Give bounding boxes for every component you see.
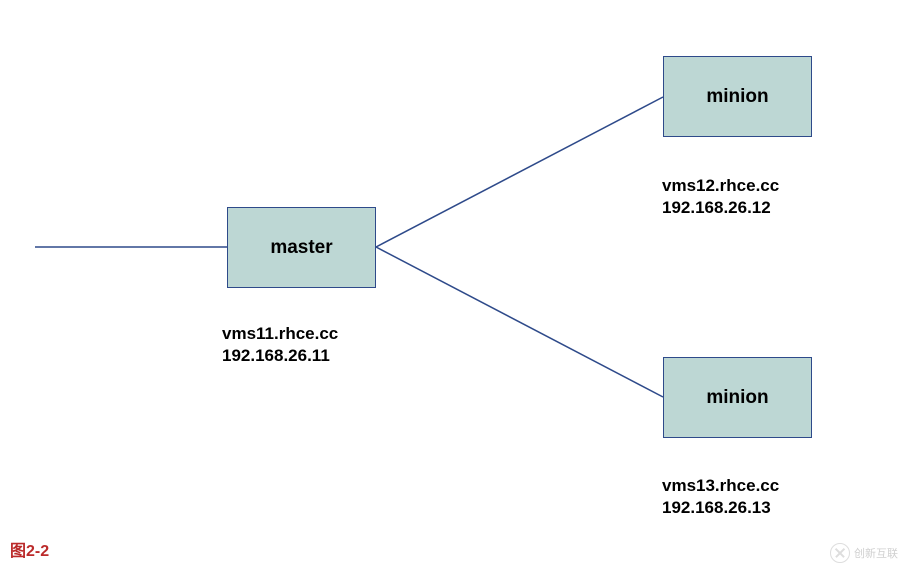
minion1-node-info: vms12.rhce.cc 192.168.26.12 bbox=[662, 175, 779, 219]
watermark-logo-icon bbox=[830, 543, 850, 563]
minion1-ip: 192.168.26.12 bbox=[662, 197, 779, 219]
master-node-box: master bbox=[227, 207, 376, 288]
minion2-ip: 192.168.26.13 bbox=[662, 497, 779, 519]
master-hostname: vms11.rhce.cc bbox=[222, 323, 338, 345]
master-node-info: vms11.rhce.cc 192.168.26.11 bbox=[222, 323, 338, 367]
watermark: 创新互联 bbox=[830, 543, 898, 563]
minion2-hostname: vms13.rhce.cc bbox=[662, 475, 779, 497]
master-node-label: master bbox=[270, 237, 332, 259]
watermark-text: 创新互联 bbox=[854, 545, 898, 561]
minion1-hostname: vms12.rhce.cc bbox=[662, 175, 779, 197]
master-ip: 192.168.26.11 bbox=[222, 345, 338, 367]
minion2-node-box: minion bbox=[663, 357, 812, 438]
minion2-node-label: minion bbox=[706, 387, 768, 409]
minion1-node-box: minion bbox=[663, 56, 812, 137]
minion1-node-label: minion bbox=[706, 86, 768, 108]
minion2-node-info: vms13.rhce.cc 192.168.26.13 bbox=[662, 475, 779, 519]
figure-label: 图2-2 bbox=[10, 537, 49, 561]
